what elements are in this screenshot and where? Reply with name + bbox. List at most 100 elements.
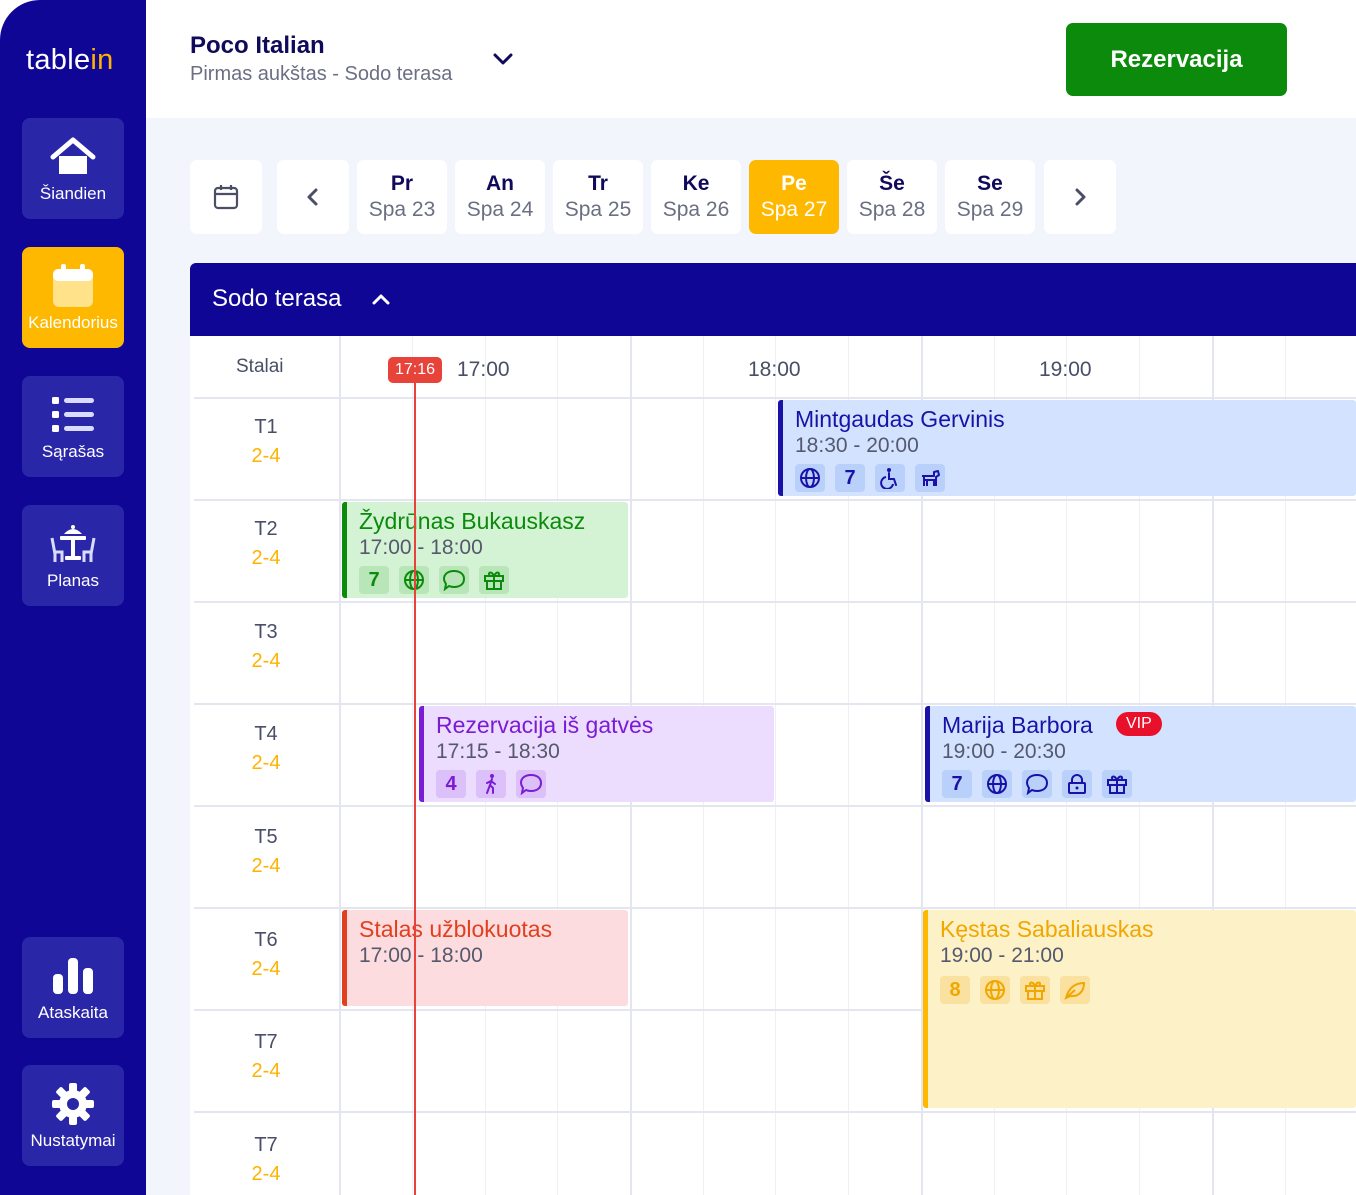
- globe-icon: [795, 464, 825, 492]
- home-icon: [22, 136, 124, 178]
- guest-name: Marija Barbora: [942, 712, 1093, 738]
- current-time-line: [414, 371, 416, 1195]
- lock-icon: [1062, 770, 1092, 798]
- gift-icon: [1102, 770, 1132, 798]
- hour-label: 19:00: [1039, 358, 1092, 381]
- reservation-card[interactable]: Žydrūnas Bukauskasz 17:00 - 18:00 7: [342, 502, 628, 598]
- guest-name: Mintgaudas Gervinis: [795, 406, 1005, 432]
- table-row-label[interactable]: T4 2-4: [190, 723, 342, 775]
- guest-count: 8: [940, 976, 970, 1004]
- area-panel-header[interactable]: Sodo terasa: [190, 263, 1356, 336]
- table-row-label[interactable]: T5 2-4: [190, 826, 342, 878]
- table-row-label[interactable]: T7 2-4: [190, 1031, 342, 1083]
- gear-icon: [22, 1083, 124, 1125]
- table-row-label[interactable]: T3 2-4: [190, 621, 342, 673]
- chevron-down-icon[interactable]: [490, 46, 516, 72]
- timeline-grid: Stalai 17:00 18:00 19:00 T1 2-4 T2 2-4 T3 2…: [190, 336, 1356, 1195]
- globe-icon: [982, 770, 1012, 798]
- wheelchair-icon: [875, 464, 905, 492]
- next-week-button[interactable]: [1044, 160, 1116, 234]
- reservation-time: 19:00 - 21:00: [940, 944, 1064, 967]
- calendar-icon: [213, 185, 239, 210]
- nav-item-calendar[interactable]: Kalendorius: [22, 247, 124, 348]
- bar-chart-icon: [22, 955, 124, 997]
- nav-label-today: Šiandien: [39, 184, 107, 203]
- comment-icon: [516, 770, 546, 798]
- chevron-left-icon: [307, 188, 318, 206]
- chevron-right-icon: [1075, 188, 1086, 206]
- prev-week-button[interactable]: [277, 160, 349, 234]
- day-tab-mon[interactable]: Pr Spa 23: [357, 160, 447, 234]
- reservation-time: 17:15 - 18:30: [436, 740, 560, 763]
- nav-label-settings: Nustatymai: [30, 1131, 116, 1150]
- comment-icon: [1022, 770, 1052, 798]
- calendar-icon: [22, 264, 124, 307]
- area-title: Sodo terasa: [212, 285, 342, 312]
- leaf-icon: [1060, 976, 1090, 1004]
- nav-label-reports: Ataskaita: [38, 1003, 108, 1022]
- reservation-card[interactable]: Rezervacija iš gatvės 17:15 - 18:30 4: [419, 706, 774, 802]
- nav-item-settings[interactable]: Nustatymai: [22, 1065, 124, 1166]
- day-tab-sun[interactable]: Se Spa 29: [945, 160, 1035, 234]
- venue-area[interactable]: Pirmas aukštas - Sodo terasa: [190, 63, 452, 86]
- gift-icon: [479, 566, 509, 594]
- reservation-card[interactable]: Mintgaudas Gervinis 18:30 - 20:00 7: [778, 400, 1356, 496]
- table-row-label[interactable]: T6 2-4: [190, 929, 342, 981]
- grid-row-line: [194, 601, 1356, 603]
- guest-name: Žydrūnas Bukauskasz: [359, 508, 586, 534]
- app-logo[interactable]: tablein: [26, 44, 114, 77]
- day-tab-fri[interactable]: Pe Spa 27: [749, 160, 839, 234]
- blocked-table-card[interactable]: Stalas užblokuotas 17:00 - 18:00: [342, 910, 628, 1006]
- gift-icon: [1020, 976, 1050, 1004]
- grid-row-line: [194, 805, 1356, 807]
- table-row-label[interactable]: T7 2-4: [190, 1134, 342, 1186]
- day-tab-wed[interactable]: Tr Spa 25: [553, 160, 643, 234]
- nav-label-list: Sąrašas: [41, 442, 105, 461]
- hour-label: 18:00: [748, 358, 801, 381]
- floor-plan-icon: [22, 523, 124, 565]
- date-picker-button[interactable]: [190, 160, 262, 234]
- grid-line: [775, 336, 776, 1195]
- list-icon: [22, 394, 124, 436]
- table-row-label[interactable]: T2 2-4: [190, 518, 342, 570]
- globe-icon: [980, 976, 1010, 1004]
- grid-row-line: [194, 499, 1356, 501]
- guest-count: 7: [942, 770, 972, 798]
- chevron-up-icon[interactable]: [368, 287, 394, 313]
- hour-label: 17:00: [457, 358, 510, 381]
- guest-count: 4: [436, 770, 466, 798]
- venue-name[interactable]: Poco Italian: [190, 32, 325, 60]
- current-time-badge: 17:16: [388, 357, 442, 383]
- grid-row-line: [194, 907, 1356, 909]
- guest-count: 7: [835, 464, 865, 492]
- table-row-label[interactable]: T1 2-4: [190, 416, 342, 468]
- guest-count: 7: [359, 566, 389, 594]
- new-reservation-button[interactable]: Rezervacija: [1066, 23, 1287, 96]
- reservation-card[interactable]: Kęstas Sabaliauskas 19:00 - 21:00 8: [923, 910, 1356, 1108]
- nav-item-reports[interactable]: Ataskaita: [22, 937, 124, 1038]
- walk-in-icon: [476, 770, 506, 798]
- block-time: 17:00 - 18:00: [359, 944, 483, 967]
- day-tab-sat[interactable]: Še Spa 28: [847, 160, 937, 234]
- grid-line: [412, 336, 413, 1195]
- day-tab-tue[interactable]: An Spa 24: [455, 160, 545, 234]
- reservation-card[interactable]: Marija Barbora VIP 19:00 - 20:30 7: [925, 706, 1356, 802]
- dog-icon: [915, 464, 945, 492]
- day-tab-thu[interactable]: Ke Spa 26: [651, 160, 741, 234]
- guest-name: Kęstas Sabaliauskas: [940, 916, 1154, 942]
- nav-label-plan: Planas: [47, 571, 99, 590]
- vip-badge: VIP: [1116, 712, 1162, 736]
- tables-column-header: Stalai: [236, 356, 284, 377]
- nav-item-list[interactable]: Sąrašas: [22, 376, 124, 477]
- nav-label-calendar: Kalendorius: [28, 313, 118, 332]
- nav-item-today[interactable]: Šiandien: [22, 118, 124, 219]
- grid-row-line: [194, 397, 1356, 399]
- sidebar: tablein Šiandien Kalendorius Sąrašas Pla…: [0, 0, 146, 1195]
- reservation-time: 18:30 - 20:00: [795, 434, 919, 457]
- block-title: Stalas užblokuotas: [359, 916, 553, 942]
- nav-item-plan[interactable]: Planas: [22, 505, 124, 606]
- guest-name: Rezervacija iš gatvės: [436, 712, 654, 738]
- grid-row-line: [194, 1111, 1356, 1113]
- reservation-time: 17:00 - 18:00: [359, 536, 483, 559]
- comment-icon: [439, 566, 469, 594]
